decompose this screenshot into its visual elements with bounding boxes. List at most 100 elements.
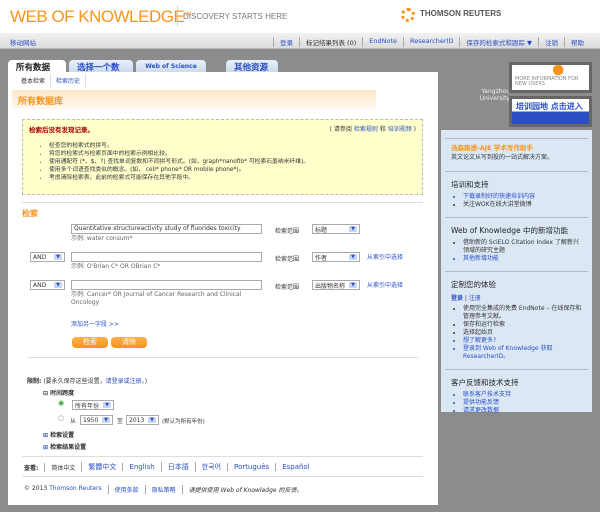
register-link[interactable]: 注册 — [469, 295, 481, 302]
aje-link[interactable]: 汤森路透-AJE 学术写作助手 — [451, 142, 582, 152]
login-register-link[interactable]: 请登录或注册。 — [106, 378, 145, 385]
search-input-3[interactable] — [71, 280, 262, 290]
lang-simplified[interactable]: 简体中文 — [44, 462, 81, 472]
no-results-notice: 检索后没有发现记录。 ( 请参阅 检索规则 和 培训视频 ) 检查您的检索式的拼… — [22, 119, 423, 195]
nav-researcherid[interactable]: ResearcherID — [403, 37, 459, 47]
search-button[interactable]: 检索 — [72, 337, 108, 348]
nav-saved-searches[interactable]: 保存的检索式和跟踪 ▼ — [459, 37, 538, 47]
brand-name: THOMSON REUTERS — [420, 9, 502, 18]
terms-link[interactable]: 使用条款 — [107, 485, 139, 494]
support-item[interactable]: 联系客户技术支持 — [463, 391, 582, 399]
field-select-2[interactable]: 作者 ▼ — [312, 252, 360, 262]
divider — [22, 202, 423, 203]
timespan-toggle[interactable]: ⊟ 时间跨度 — [43, 388, 74, 397]
support-item[interactable]: 提供功能反馈 — [463, 399, 582, 407]
example-1: 示例: water consum* — [71, 235, 133, 242]
limits-note: (要永久保存这些设置， — [43, 378, 106, 385]
subtab-search-history[interactable]: 检索历史 — [51, 74, 87, 87]
field-select-1[interactable]: 标题 ▼ — [312, 224, 360, 234]
lang-japanese[interactable]: 日本語 — [160, 462, 195, 472]
new-feature-item[interactable]: 借助新的 SciELO Citation Index 了解新兴领域的研究主题 — [463, 239, 582, 255]
chevron-down-icon: ▼ — [349, 254, 357, 260]
new-users-banner[interactable]: MORE INFORMATION FOR NEW USERS — [509, 62, 592, 93]
training-item[interactable]: 关注WOK在线大讲堂微博 — [463, 201, 582, 209]
search-settings-toggle[interactable]: ⊞ 检索设置 — [43, 430, 74, 439]
nav-login[interactable]: 登录 — [272, 37, 299, 47]
radio-year-range[interactable]: ○ — [58, 414, 64, 422]
search-input-1[interactable]: Quantitative structureactivity study of … — [71, 224, 262, 234]
tip: 考虑清除检索表。此前的检索式可能保存在其他字段中。 — [49, 174, 416, 182]
lang-korean[interactable]: 한국어 — [194, 462, 227, 472]
divider — [22, 476, 423, 477]
lang-traditional[interactable]: 繁體中文 — [81, 462, 122, 472]
expand-icon: ⊞ — [43, 432, 49, 439]
mobile-site-link[interactable]: 移动网站 — [10, 37, 36, 47]
search-settings-label: 检索设置 — [50, 432, 75, 439]
page-title: 所有数据库 — [12, 90, 376, 109]
bool-value: AND — [33, 253, 47, 261]
training-item[interactable]: 下载录制好的快速培训内容 — [463, 193, 582, 201]
scope-label: 检索范围 — [275, 228, 300, 235]
nav-endnote[interactable]: EndNote — [362, 37, 403, 47]
lang-spanish[interactable]: Español — [275, 463, 315, 471]
tip: 检查您的检索式的拼写。 — [49, 142, 416, 150]
to-label: 至 — [117, 418, 124, 425]
feedback-link[interactable]: 请提供使用 Web of Knowledge 的反馈。 — [181, 485, 303, 494]
limits-label: 限制: — [27, 378, 42, 385]
all-years-select[interactable]: 所有年份 ▼ — [72, 400, 114, 410]
researcherid-link[interactable]: 登录到 Web of Knowledge 获取 ResearcherID。 — [463, 345, 582, 361]
result-settings-toggle[interactable]: ⊞ 检索结果设置 — [43, 442, 86, 451]
tagline: DISCOVERY STARTS HERE — [183, 12, 288, 21]
index-link-3[interactable]: 从索引中选择 — [367, 280, 403, 289]
chevron-down-icon: ▼ — [349, 282, 357, 288]
learn-more-link[interactable]: 想了解更多? — [463, 337, 582, 345]
copyright: © 2013 — [24, 485, 48, 492]
index-link-2[interactable]: 从索引中选择 — [367, 252, 403, 261]
nav-help[interactable]: 帮助 — [564, 37, 590, 47]
nav-marked-list[interactable]: 标记结果列表 (0) — [298, 37, 362, 47]
bool-select-2[interactable]: AND ▼ — [30, 252, 65, 262]
subtab-basic-search[interactable]: 基本检索 — [16, 74, 52, 87]
ref-text: ( 请参阅 — [329, 126, 352, 133]
privacy-link[interactable]: 隐私策略 — [144, 485, 176, 494]
field-value: 作者 — [315, 254, 328, 262]
chevron-down-icon: ▼ — [102, 417, 110, 423]
custom-item: 保存和运行检索 — [463, 321, 582, 329]
training-banner[interactable]: 培训园地 点击进入 — [509, 96, 592, 127]
customize-title: 定制您的体验 — [451, 280, 496, 289]
chevron-down-icon: ▼ — [349, 226, 357, 232]
radio-all-years[interactable]: ◉ — [58, 399, 64, 407]
search-input-2[interactable] — [71, 252, 262, 262]
bool-value: AND — [33, 281, 47, 289]
custom-item: 使用完全集成的免费 EndNote – 在线保存和管理参考文献。 — [463, 305, 582, 321]
header: WEB OF KNOWLEDGESM DISCOVERY STARTS HERE… — [0, 0, 600, 33]
to-year-value: 2013 — [129, 416, 145, 424]
from-year-value: 1950 — [83, 416, 99, 424]
lang-english[interactable]: English — [122, 463, 160, 471]
divider — [177, 6, 178, 26]
training-title: 培训和支持 — [451, 180, 489, 189]
from-year-select[interactable]: 1950 ▼ — [80, 415, 113, 425]
field-value: 标题 — [315, 226, 328, 234]
nav-logout[interactable]: 注销 — [538, 37, 564, 47]
bool-select-3[interactable]: AND ▼ — [30, 280, 65, 290]
field-value: 出版物名称 — [315, 282, 346, 290]
new-feature-item[interactable]: 其他新增功能 — [463, 255, 582, 263]
add-field-link[interactable]: 添加另一字段 >> — [71, 319, 119, 328]
top-nav: 移动网站 登录 标记结果列表 (0) EndNote ResearcherID … — [0, 33, 600, 49]
clear-button[interactable]: 清除 — [111, 337, 147, 348]
search-rules-link[interactable]: 检索规则 — [354, 126, 378, 133]
login-link[interactable]: 登录 — [451, 295, 463, 302]
lang-portuguese[interactable]: Português — [227, 463, 275, 471]
support-item[interactable]: 请求更改数据 — [463, 407, 582, 415]
aje-desc: 英文论文从写到投的一站式解决方案。 — [451, 154, 554, 161]
scope-label: 检索范围 — [275, 284, 300, 291]
tr-link[interactable]: Thomson Reuters — [49, 485, 102, 494]
tip: 使用多个词语查找类似的概念。(如， cell* phone* OR mobile… — [49, 166, 416, 174]
field-select-3[interactable]: 出版物名称 ▼ — [312, 280, 360, 290]
training-video-link[interactable]: 培训视频 — [388, 126, 412, 133]
divider — [22, 456, 423, 457]
language-bar: 查看: 简体中文 繁體中文 English 日本語 한국어 Português … — [24, 462, 316, 472]
to-year-select[interactable]: 2013 ▼ — [126, 415, 159, 425]
wok-logo[interactable]: WEB OF KNOWLEDGESM — [10, 7, 191, 27]
